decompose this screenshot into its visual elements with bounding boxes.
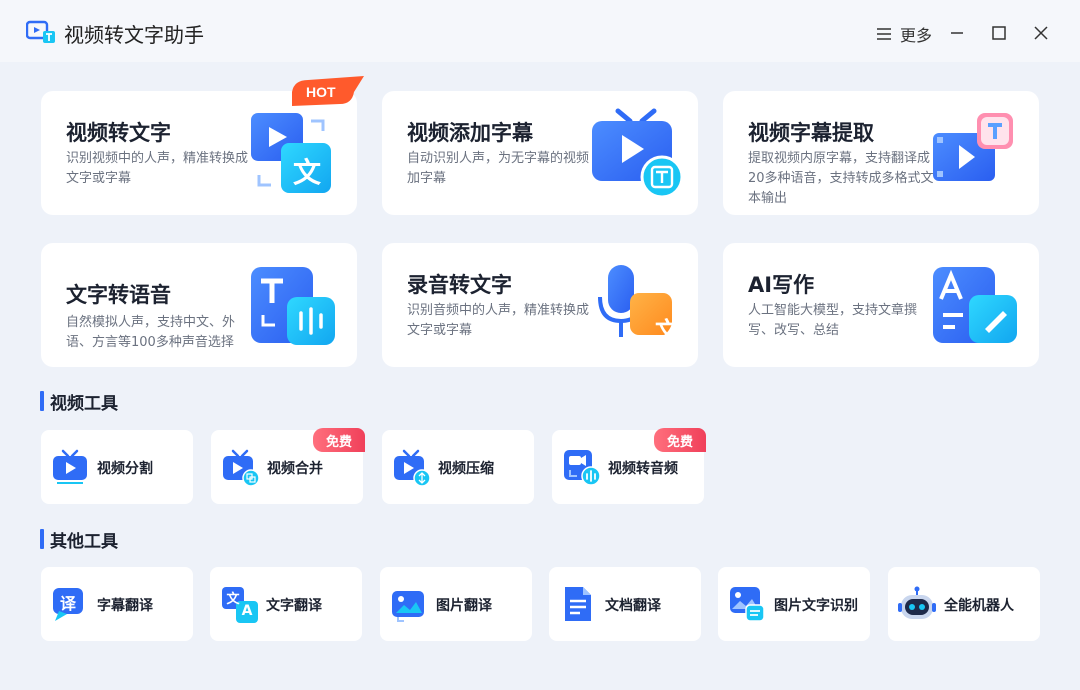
subtitle-extract-icon xyxy=(933,107,1023,197)
card-audio-to-text[interactable]: 录音转文字 识别音频中的人声，精准转换成文字或字幕 文 xyxy=(382,243,698,367)
tv-play-icon xyxy=(51,448,89,486)
card-desc: 识别视频中的人声，精准转换成文字或字幕 xyxy=(66,151,249,186)
tool-image-ocr[interactable]: 图片文字识别 xyxy=(718,567,870,641)
card-desc: 人工智能大模型，支持文章撰写、改写、总结 xyxy=(748,303,918,338)
tool-label: 视频合并 xyxy=(267,461,323,477)
subtitle-translate-icon: 译 xyxy=(51,585,89,623)
close-icon[interactable] xyxy=(1030,22,1052,44)
ai-writing-icon xyxy=(933,259,1023,349)
app-logo-icon xyxy=(26,20,55,43)
tool-label: 文字翻译 xyxy=(266,598,322,614)
tool-label: 视频转音频 xyxy=(608,461,678,477)
card-extract-subtitles[interactable]: 视频字幕提取 提取视频内原字幕，支持翻译成20多种语音，支持转成多格式文本输出 xyxy=(723,91,1039,215)
menu-icon xyxy=(877,28,891,40)
card-desc: 自动识别人声，为无字幕的视频加字幕 xyxy=(407,151,590,186)
tool-all-round-robot[interactable]: 全能机器人 xyxy=(888,567,1040,641)
image-translate-icon xyxy=(390,585,428,623)
tool-text-translate[interactable]: 文 A 文字翻译 xyxy=(210,567,362,641)
card-title: 视频添加字幕 xyxy=(407,121,533,145)
robot-icon xyxy=(898,585,936,623)
tv-merge-icon xyxy=(221,448,260,487)
more-menu-button[interactable]: 更多 xyxy=(876,24,933,45)
video-tools-heading: 视频工具 xyxy=(40,390,118,414)
a-glyph: A xyxy=(241,603,253,619)
card-title: AI写作 xyxy=(748,273,815,297)
tool-subtitle-translate[interactable]: 译 字幕翻译 xyxy=(41,567,193,641)
card-desc: 提取视频内原字幕，支持翻译成20多种语音，支持转成多格式文本输出 xyxy=(748,151,934,206)
tool-video-split[interactable]: 视频分割 xyxy=(41,430,193,504)
image-ocr-icon xyxy=(728,585,766,623)
tool-label: 全能机器人 xyxy=(944,598,1014,614)
other-tools-heading: 其他工具 xyxy=(40,528,118,552)
tool-label: 图片文字识别 xyxy=(774,598,858,614)
tool-document-translate[interactable]: 文档翻译 xyxy=(549,567,701,641)
card-desc: 自然模拟人声，支持中文、外语、方言等100多种声音选择 xyxy=(66,315,236,350)
free-badge: 免费 xyxy=(654,428,706,452)
hot-badge-text: HOT xyxy=(306,84,336,100)
video-to-text-icon: 文 xyxy=(251,107,341,197)
card-ai-writing[interactable]: AI写作 人工智能大模型，支持文章撰写、改写、总结 xyxy=(723,243,1039,367)
tv-subtitle-icon xyxy=(592,107,684,199)
tool-label: 文档翻译 xyxy=(605,598,661,614)
tool-label: 视频压缩 xyxy=(438,461,494,477)
tool-video-compress[interactable]: 视频压缩 xyxy=(382,430,534,504)
text-translate-icon: 文 A xyxy=(220,585,258,623)
card-add-subtitles[interactable]: 视频添加字幕 自动识别人声，为无字幕的视频加字幕 xyxy=(382,91,698,215)
free-badge: 免费 xyxy=(313,428,365,452)
card-title: 录音转文字 xyxy=(407,273,512,297)
minimize-icon[interactable] xyxy=(946,22,968,44)
tv-compress-icon xyxy=(392,448,431,487)
card-title: 视频字幕提取 xyxy=(748,121,874,145)
tool-image-translate[interactable]: 图片翻译 xyxy=(380,567,532,641)
card-title: 文字转语音 xyxy=(66,283,171,307)
wen-glyph: 文 xyxy=(655,317,679,345)
card-text-to-speech[interactable]: 文字转语音 自然模拟人声，支持中文、外语、方言等100多种声音选择 xyxy=(41,243,357,367)
title-bar: 视频转文字助手 更多 xyxy=(0,0,1080,62)
app-title: 视频转文字助手 xyxy=(64,23,204,47)
translate-glyph: 译 xyxy=(59,594,76,613)
text-to-speech-icon xyxy=(251,259,341,349)
microphone-icon: 文 xyxy=(592,259,682,349)
video-audio-icon xyxy=(562,448,601,486)
more-label: 更多 xyxy=(900,26,933,45)
tool-label: 字幕翻译 xyxy=(97,598,153,614)
wen-glyph: 文 xyxy=(292,156,321,189)
tool-video-merge[interactable]: 视频合并 免费 xyxy=(211,428,365,504)
tool-label: 图片翻译 xyxy=(436,598,492,614)
maximize-icon[interactable] xyxy=(988,22,1010,44)
tool-label: 视频分割 xyxy=(97,461,153,477)
document-icon xyxy=(559,585,597,623)
card-title: 视频转文字 xyxy=(66,121,171,145)
card-desc: 识别音频中的人声，精准转换成文字或字幕 xyxy=(407,303,590,338)
tool-video-to-audio[interactable]: 视频转音频 免费 xyxy=(552,428,706,504)
